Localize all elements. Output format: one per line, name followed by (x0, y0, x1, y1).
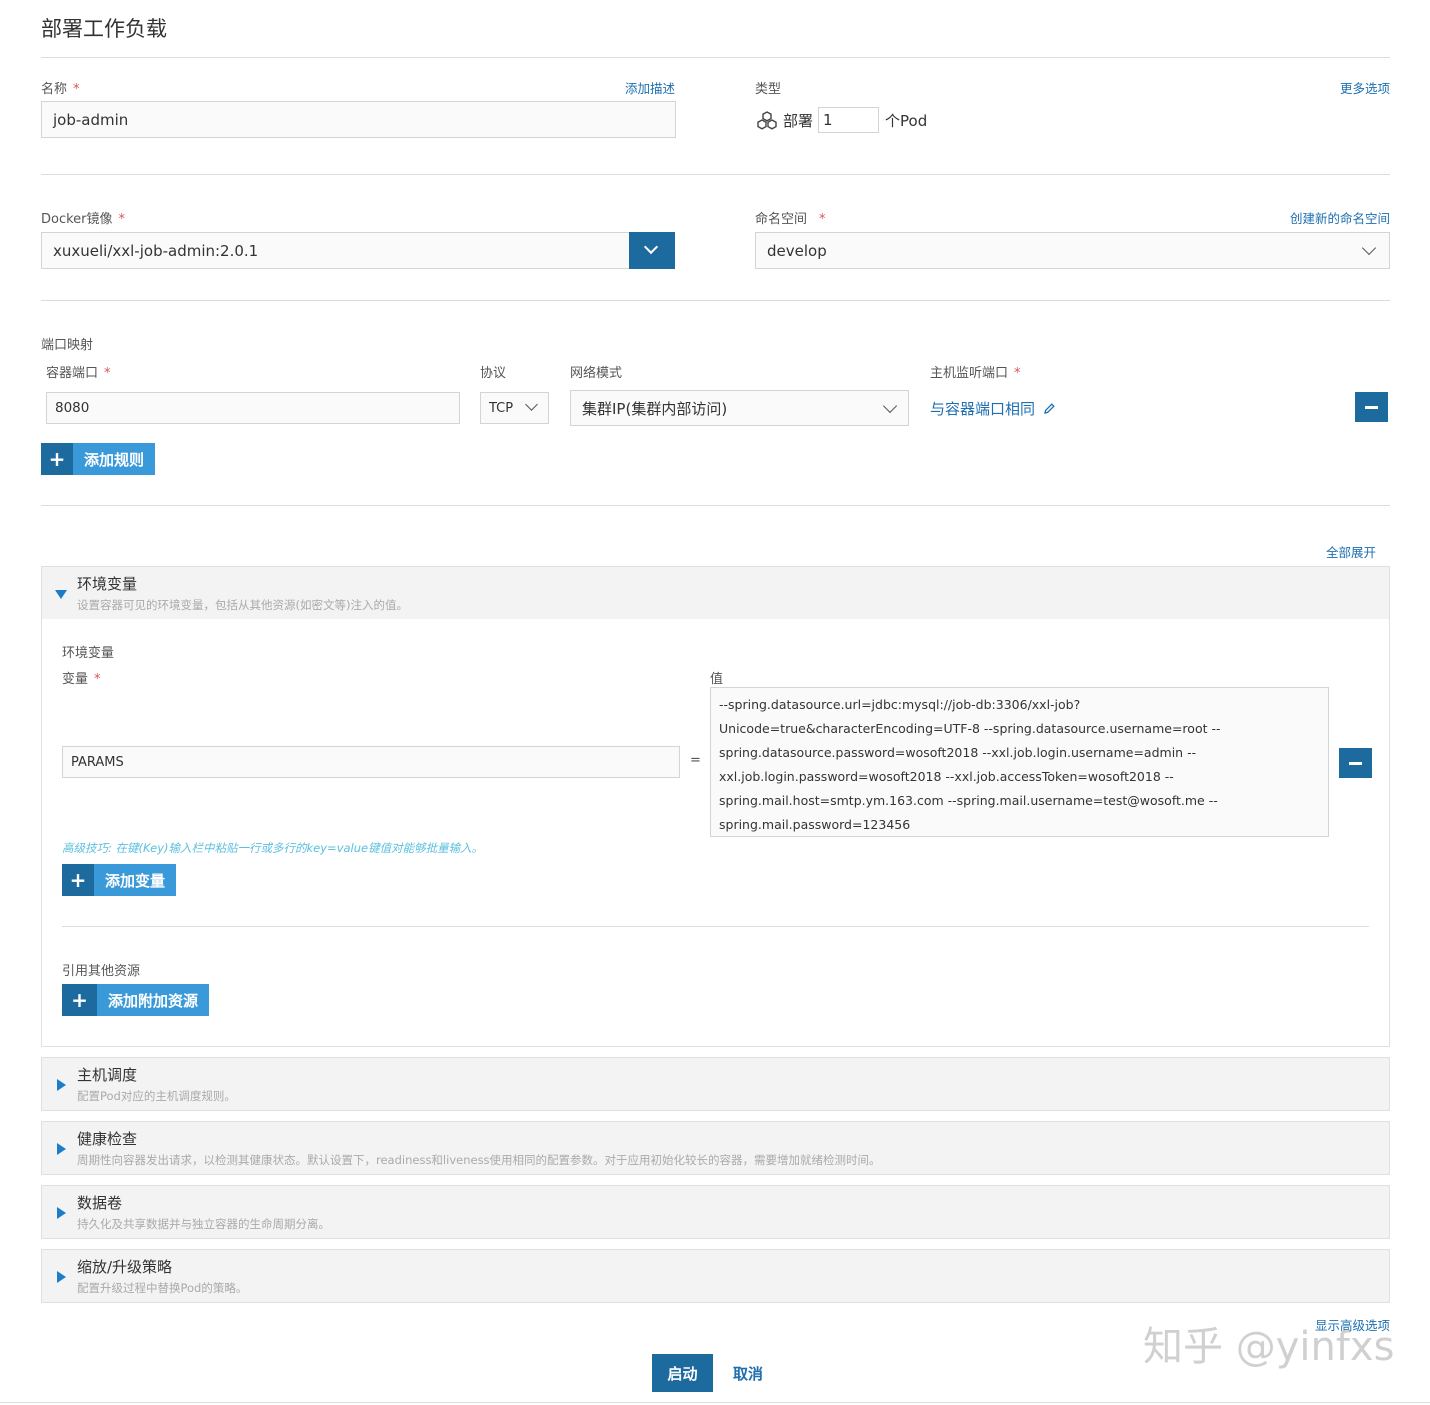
remove-port-rule-button[interactable] (1355, 392, 1388, 422)
pod-suffix: 个Pod (885, 112, 928, 130)
protocol-select[interactable]: TCP (480, 392, 549, 424)
env-tip: 高级技巧: 在键(Key)输入栏中粘贴一行或多行的key=value键值对能够批… (62, 841, 484, 855)
chevron-down-icon (643, 239, 659, 255)
scaling-panel[interactable]: 缩放/升级策略 配置升级过程中替换Pod的策略。 (41, 1249, 1390, 1303)
type-label: 类型 (755, 82, 782, 97)
panel-description: 持久化及共享数据并与独立容器的生命周期分离。 (77, 1217, 330, 1231)
env-value-line: --spring.datasource.url=jdbc:mysql://job… (719, 697, 1081, 712)
pencil-icon (1044, 402, 1055, 414)
env-subsection-label: 环境变量 (62, 646, 115, 661)
docker-image-label: Docker镜像 * (41, 212, 126, 227)
env-panel-title: 环境变量 (77, 575, 138, 593)
remove-env-var-button[interactable] (1339, 748, 1372, 778)
chevron-down-icon (525, 398, 538, 411)
launch-button[interactable]: 启动 (652, 1354, 713, 1392)
protocol-label: 协议 (480, 366, 507, 381)
env-equals-sign: = (690, 753, 701, 768)
add-resource-button[interactable]: + 添加附加资源 (62, 984, 210, 1016)
title-divider (41, 57, 1390, 58)
triangle-right-icon (57, 1271, 66, 1283)
port-mapping-label: 端口映射 (41, 338, 94, 353)
add-rule-button[interactable]: + 添加规则 (41, 443, 156, 475)
env-inner-divider (62, 926, 1369, 927)
namespace-label: 命名空间 * (755, 212, 826, 227)
triangle-right-icon (57, 1207, 66, 1219)
triangle-right-icon (57, 1079, 66, 1091)
divider-1 (41, 174, 1390, 175)
env-value-line: Unicode=true&characterEncoding=UTF-8 --s… (719, 721, 1221, 736)
panel-description: 周期性向容器发出请求，以检测其健康状态。默认设置下，readiness和live… (77, 1153, 881, 1167)
env-var-label: 变量 * (62, 672, 101, 687)
chevron-down-icon (882, 398, 898, 414)
deployment-icon (756, 110, 778, 132)
env-value-line: spring.datasource.password=wosoft2018 --… (719, 745, 1197, 760)
chevron-down-icon (1361, 240, 1377, 256)
panel-title: 主机调度 (77, 1066, 138, 1084)
name-input[interactable]: job-admin (41, 101, 676, 138)
env-panel-description: 设置容器可见的环境变量，包括从其他资源(如密文等)注入的值。 (77, 598, 408, 612)
ref-resources-label: 引用其他资源 (62, 964, 141, 979)
env-var-value-input[interactable]: --spring.datasource.url=jdbc:mysql://job… (710, 687, 1329, 837)
docker-image-dropdown-button[interactable] (629, 232, 675, 269)
env-value-line: spring.mail.password=123456 (719, 817, 911, 832)
panel-title: 健康检查 (77, 1130, 138, 1148)
cancel-button[interactable]: 取消 (733, 1363, 763, 1384)
panel-description: 配置升级过程中替换Pod的策略。 (77, 1281, 248, 1295)
watermark: 知乎 @yinfxs (1143, 1324, 1395, 1370)
panel-description: 配置Pod对应的主机调度规则。 (77, 1089, 236, 1103)
network-mode-select[interactable]: 集群IP(集群内部访问) (570, 390, 909, 426)
expand-all-link[interactable]: 全部展开 (1326, 542, 1376, 561)
env-value-line: xxl.job.login.password=wosoft2018 --xxl.… (719, 769, 1174, 784)
host-port-label: 主机监听端口 * (930, 366, 1021, 381)
plus-icon: + (62, 864, 94, 896)
container-port-label: 容器端口 * (46, 366, 111, 381)
plus-icon: + (62, 984, 97, 1016)
add-variable-button[interactable]: + 添加变量 (62, 864, 177, 896)
volumes-panel[interactable]: 数据卷 持久化及共享数据并与独立容器的生命周期分离。 (41, 1185, 1390, 1239)
add-description-link[interactable]: 添加描述 (625, 78, 675, 97)
triangle-down-icon (55, 590, 67, 599)
env-value-label: 值 (710, 672, 724, 687)
panel-title: 缩放/升级策略 (77, 1258, 173, 1276)
more-options-link[interactable]: 更多选项 (1340, 78, 1390, 97)
docker-image-input[interactable]: xuxueli/xxl-job-admin:2.0.1 (41, 232, 630, 269)
create-namespace-link[interactable]: 创建新的命名空间 (1290, 208, 1390, 227)
plus-icon: + (41, 443, 73, 475)
type-kind: 部署 (783, 112, 814, 130)
name-label: 名称 * (41, 82, 80, 97)
divider-3 (41, 505, 1390, 506)
panel-title: 数据卷 (77, 1194, 123, 1212)
name-input-value: job-admin (53, 110, 129, 129)
env-value-line: spring.mail.host=smtp.ym.163.com --sprin… (719, 793, 1218, 808)
health-check-panel[interactable]: 健康检查 周期性向容器发出请求，以检测其健康状态。默认设置下，readiness… (41, 1121, 1390, 1175)
divider-2 (41, 300, 1390, 301)
pod-count-input[interactable]: 1 (818, 107, 879, 133)
scheduling-panel[interactable]: 主机调度 配置Pod对应的主机调度规则。 (41, 1057, 1390, 1111)
namespace-select[interactable]: develop (755, 232, 1390, 269)
env-var-key-input[interactable]: PARAMS (62, 746, 680, 778)
container-port-input[interactable]: 8080 (46, 392, 460, 424)
page-title: 部署工作负载 (41, 17, 167, 41)
host-port-link[interactable]: 与容器端口相同 (930, 398, 1056, 419)
network-mode-label: 网络模式 (570, 366, 623, 381)
triangle-right-icon (57, 1143, 66, 1155)
env-panel-header[interactable]: 环境变量 设置容器可见的环境变量，包括从其他资源(如密文等)注入的值。 (41, 566, 1390, 620)
bottom-border (0, 1402, 1430, 1403)
